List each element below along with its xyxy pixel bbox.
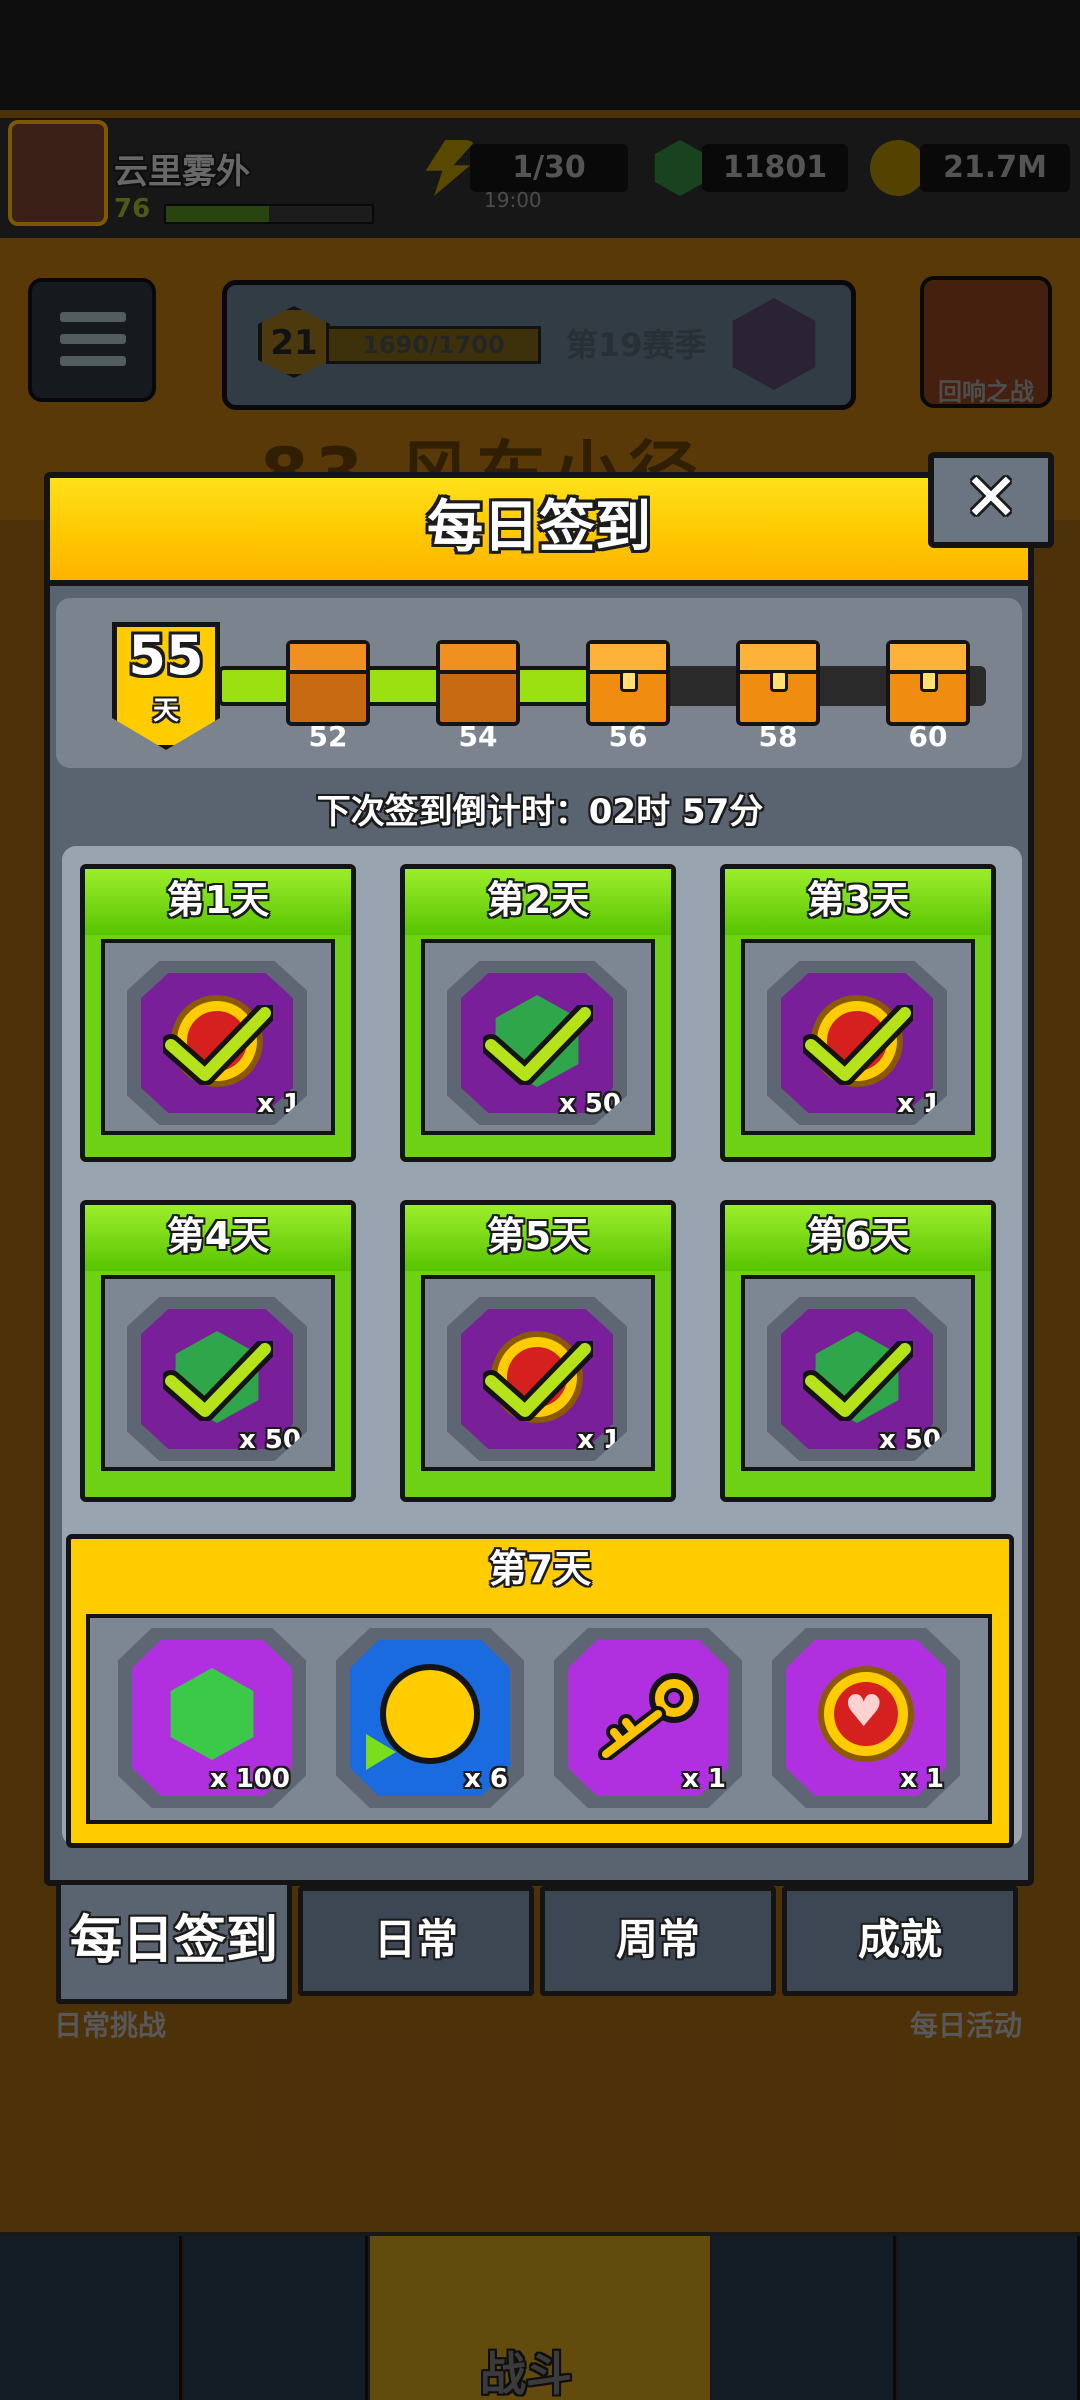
heart-icon: ♥ bbox=[844, 1686, 884, 1737]
check-icon bbox=[803, 1005, 913, 1085]
milestone-chest-58[interactable] bbox=[736, 640, 820, 726]
reward-qty: x 1 bbox=[900, 1764, 944, 1794]
day7-reward-ticket[interactable]: x 6 bbox=[336, 1628, 524, 1808]
milestone-label: 60 bbox=[908, 720, 948, 753]
check-icon bbox=[163, 1005, 273, 1085]
milestone-chest-52[interactable] bbox=[286, 640, 370, 726]
milestone-chest-54[interactable] bbox=[436, 640, 520, 726]
milestone-chest-56[interactable] bbox=[586, 640, 670, 726]
modal-title: 每日签到 bbox=[427, 495, 651, 560]
tab-daily-checkin[interactable]: 每日签到 bbox=[56, 1880, 292, 2004]
day7-reward-gem[interactable]: x 100 bbox=[118, 1628, 306, 1808]
streak-days: 55 bbox=[128, 624, 204, 687]
day-label: 第5天 bbox=[405, 1205, 671, 1271]
lock-icon bbox=[770, 670, 788, 692]
day-card-1[interactable]: 第1天 x 1 bbox=[80, 864, 356, 1162]
lock-icon bbox=[920, 670, 938, 692]
day7-reward-key[interactable]: x 1 bbox=[554, 1628, 742, 1808]
milestone-label: 54 bbox=[458, 720, 498, 753]
countdown-value: 02时 57分 bbox=[588, 792, 764, 832]
play-arrow-icon bbox=[366, 1734, 396, 1770]
day-card-6[interactable]: 第6天 x 50 bbox=[720, 1200, 996, 1502]
reward-qty: x 1 bbox=[577, 1425, 621, 1455]
day-label: 第3天 bbox=[725, 869, 991, 935]
day-label: 第2天 bbox=[405, 869, 671, 935]
reward-qty: x 1 bbox=[257, 1089, 301, 1119]
key-icon bbox=[598, 1673, 699, 1760]
day-card-5[interactable]: 第5天 x 1 bbox=[400, 1200, 676, 1502]
reward-qty: x 50 bbox=[238, 1425, 301, 1455]
check-icon bbox=[483, 1005, 593, 1085]
countdown-label: 下次签到倒计时： bbox=[316, 792, 589, 832]
lock-icon bbox=[620, 670, 638, 692]
day-card-4[interactable]: 第4天 x 50 bbox=[80, 1200, 356, 1502]
day-label: 第6天 bbox=[725, 1205, 991, 1271]
reward-qty: x 50 bbox=[878, 1425, 941, 1455]
day7-label: 第7天 bbox=[488, 1547, 592, 1591]
check-icon bbox=[803, 1341, 913, 1421]
streak-bar-fill bbox=[218, 666, 602, 706]
reward-qty: x 100 bbox=[209, 1764, 290, 1794]
day-card-2[interactable]: 第2天 x 50 bbox=[400, 864, 676, 1162]
day-card-3[interactable]: 第3天 x 1 bbox=[720, 864, 996, 1162]
reward-qty: x 1 bbox=[682, 1764, 726, 1794]
tab-daily[interactable]: 日常 bbox=[298, 1886, 534, 1996]
close-icon[interactable]: ✕ bbox=[928, 452, 1054, 548]
reward-qty: x 1 bbox=[897, 1089, 941, 1119]
check-icon bbox=[163, 1341, 273, 1421]
day-label: 第1天 bbox=[85, 869, 351, 935]
check-icon bbox=[483, 1341, 593, 1421]
reward-qty: x 50 bbox=[558, 1089, 621, 1119]
tab-achievements[interactable]: 成就 bbox=[782, 1886, 1018, 1996]
day7-reward-heart[interactable]: ♥ x 1 bbox=[772, 1628, 960, 1808]
milestone-label: 56 bbox=[608, 720, 648, 753]
checkin-countdown: 下次签到倒计时：02时 57分 bbox=[0, 784, 1080, 833]
streak-unit: 天 bbox=[152, 696, 179, 726]
milestone-label: 58 bbox=[758, 720, 798, 753]
reward-qty: x 6 bbox=[464, 1764, 508, 1794]
milestone-chest-60[interactable] bbox=[886, 640, 970, 726]
tab-weekly[interactable]: 周常 bbox=[540, 1886, 776, 1996]
milestone-label: 52 bbox=[308, 720, 348, 753]
day-label: 第4天 bbox=[85, 1205, 351, 1271]
